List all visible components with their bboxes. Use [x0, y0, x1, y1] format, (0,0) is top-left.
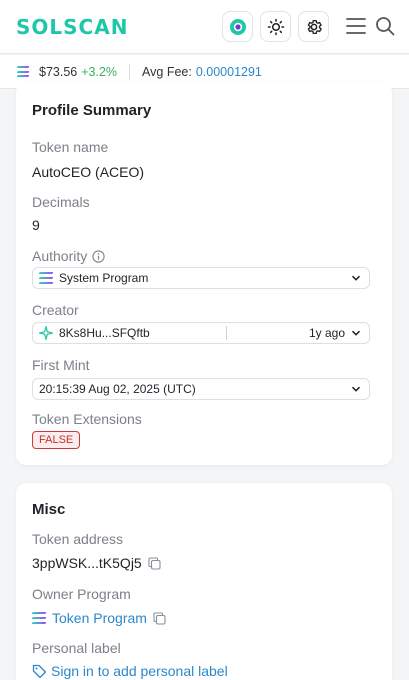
token-extensions-label: Token Extensions: [32, 411, 142, 427]
personal-label-row: Sign in to add personal label: [32, 663, 228, 679]
copy-icon[interactable]: [148, 557, 161, 570]
first-mint-label: First Mint: [32, 357, 90, 373]
sparkle-avatar-icon: [39, 326, 53, 340]
token-address-label: Token address: [32, 531, 124, 547]
chevron-down-icon: [351, 386, 361, 392]
solscan-logo[interactable]: SOLSCAN: [16, 15, 128, 39]
token-address-value[interactable]: 3ppWSK...tK5Qj5: [32, 555, 142, 571]
search-icon[interactable]: [374, 15, 396, 37]
token-name-label: Token name: [32, 139, 109, 155]
divider: [129, 63, 131, 80]
token-address-row: 3ppWSK...tK5Qj5: [32, 555, 161, 571]
chevron-down-icon: [351, 330, 361, 336]
top-header: SOLSCAN: [0, 0, 409, 54]
creator-select[interactable]: 8Ks8Hu...SFQftb 1y ago: [32, 322, 370, 344]
info-icon[interactable]: [92, 249, 105, 263]
solscan-app-button[interactable]: [222, 11, 253, 42]
authority-label: Authority: [32, 248, 88, 264]
personal-label-label: Personal label: [32, 640, 121, 656]
creator-address[interactable]: 8Ks8Hu...SFQftb: [59, 326, 150, 340]
settings-button[interactable]: [298, 11, 329, 42]
owner-program-link[interactable]: Token Program: [52, 610, 147, 626]
token-name-value: AutoCEO (ACEO): [32, 164, 145, 180]
profile-summary-title: Profile Summary: [32, 102, 152, 119]
authority-value: System Program: [59, 271, 149, 285]
hamburger-menu-icon[interactable]: [345, 15, 367, 37]
owner-program-label: Owner Program: [32, 586, 131, 602]
misc-card: Misc Token address 3ppWSK...tK5Qj5 Owner…: [16, 483, 392, 680]
token-extensions-badge: FALSE: [32, 431, 81, 449]
profile-summary-card: Profile Summary Token name AutoCEO (ACEO…: [16, 82, 392, 465]
sol-price: $73.56: [39, 64, 78, 79]
decimals-label: Decimals: [32, 194, 90, 210]
copy-icon[interactable]: [153, 611, 166, 625]
avg-fee-value[interactable]: 0.00001291: [196, 65, 262, 79]
misc-title: Misc: [32, 501, 66, 518]
owner-program-row: Token Program: [31, 610, 166, 626]
gear-icon: [307, 19, 322, 34]
solana-icon: [38, 272, 54, 284]
sun-icon: [267, 18, 284, 35]
sign-in-personal-label-link[interactable]: Sign in to add personal label: [51, 663, 228, 679]
solana-icon: [31, 612, 47, 624]
tag-icon: [32, 664, 47, 678]
solana-icon: [16, 66, 30, 77]
first-mint-value: 20:15:39 Aug 02, 2025 (UTC): [39, 382, 196, 396]
solscan-app-icon: [229, 18, 246, 35]
creator-label: Creator: [32, 302, 79, 318]
authority-select[interactable]: System Program: [32, 267, 370, 289]
theme-toggle-button[interactable]: [260, 11, 291, 42]
creator-age: 1y ago: [308, 326, 345, 340]
divider: [226, 326, 227, 340]
avg-fee-label: Avg Fee:: [142, 64, 192, 79]
decimals-value: 9: [32, 217, 40, 233]
authority-label-row: Authority: [32, 248, 105, 264]
chevron-down-icon: [351, 275, 361, 281]
sol-price-change: +3.2%: [81, 64, 118, 79]
first-mint-select[interactable]: 20:15:39 Aug 02, 2025 (UTC): [32, 378, 370, 400]
